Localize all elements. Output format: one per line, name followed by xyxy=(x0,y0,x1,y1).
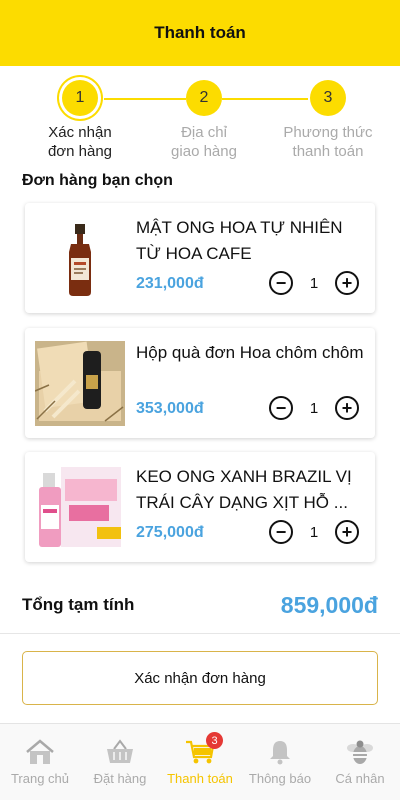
tab-order[interactable]: Đặt hàng xyxy=(80,724,160,800)
tab-label: Cá nhân xyxy=(335,771,385,786)
house-icon xyxy=(25,738,55,766)
tab-checkout[interactable]: 3 Thanh toán xyxy=(160,724,240,800)
product-name: MẬT ONG HOA TỰ NHIÊN TỪ HOA CAFE xyxy=(136,218,343,263)
step-payment-method[interactable]: 3 Phương thức thanh toán xyxy=(264,80,392,161)
bell-icon xyxy=(265,738,295,766)
step-shipping-address[interactable]: 2 Địa chỉ giao hàng xyxy=(144,80,264,161)
quantity-value: 1 xyxy=(309,523,319,541)
bee-icon xyxy=(345,738,375,766)
checkout-stepper: 1 Xác nhận đơn hàng 2 Địa chỉ giao hàng … xyxy=(0,80,400,160)
cart-icon: 3 xyxy=(185,732,223,766)
confirm-order-button[interactable]: Xác nhận đơn hàng xyxy=(22,651,378,705)
tab-label: Trang chủ xyxy=(10,771,70,786)
step-label: Địa chỉ giao hàng xyxy=(171,124,237,160)
cart-item[interactable]: MẬT ONG HOA TỰ NHIÊN TỪ HOA CAFE 231,000… xyxy=(25,203,375,313)
basket-icon xyxy=(105,738,135,766)
step-number: 3 xyxy=(310,80,346,116)
tab-label: Thông báo xyxy=(248,771,312,786)
page-title: Thanh toán xyxy=(154,23,246,42)
decrease-quantity-button[interactable]: − xyxy=(269,271,293,295)
decrease-quantity-button[interactable]: − xyxy=(269,396,293,420)
tab-profile[interactable]: Cá nhân xyxy=(320,724,400,800)
quantity-stepper: − 1 + xyxy=(269,396,359,420)
step-number: 2 xyxy=(186,80,222,116)
tab-label: Đặt hàng xyxy=(93,771,147,786)
quantity-value: 1 xyxy=(309,274,319,292)
product-price: 353,000đ xyxy=(136,400,204,417)
decrease-quantity-button[interactable]: − xyxy=(269,520,293,544)
divider xyxy=(0,633,400,634)
increase-quantity-button[interactable]: + xyxy=(335,396,359,420)
increase-quantity-button[interactable]: + xyxy=(335,520,359,544)
tab-home[interactable]: Trang chủ xyxy=(0,724,80,800)
product-name: KEO ONG XANH BRAZIL VỊ TRÁI CÂY DẠNG XỊT… xyxy=(136,467,352,512)
subtotal-value: 859,000đ xyxy=(280,591,378,618)
step-label: Phương thức thanh toán xyxy=(283,124,373,160)
product-name: Hộp quà đơn Hoa chôm chôm xyxy=(136,343,364,362)
cart-item[interactable]: KEO ONG XANH BRAZIL VỊ TRÁI CÂY DẠNG XỊT… xyxy=(25,452,375,562)
bottom-tab-bar: Trang chủ Đặt hàng 3 Thanh toán Thông bá… xyxy=(0,723,400,800)
cart-count-badge: 3 xyxy=(206,732,223,749)
product-image-propolis-spray xyxy=(35,465,125,550)
app-header: Thanh toán xyxy=(0,0,400,66)
quantity-stepper: − 1 + xyxy=(269,520,359,544)
cart-item[interactable]: Hộp quà đơn Hoa chôm chôm 353,000đ − 1 + xyxy=(25,328,375,438)
step-confirm-order[interactable]: 1 Xác nhận đơn hàng xyxy=(20,80,140,161)
step-number: 1 xyxy=(62,80,98,116)
product-image-honey-bottle xyxy=(35,216,125,301)
quantity-value: 1 xyxy=(309,399,319,417)
tab-notifications[interactable]: Thông báo xyxy=(240,724,320,800)
tab-label: Thanh toán xyxy=(167,771,233,786)
section-title: Đơn hàng bạn chọn xyxy=(22,172,173,189)
subtotal-row: Tổng tạm tính 859,000đ xyxy=(22,590,378,620)
subtotal-label: Tổng tạm tính xyxy=(22,595,135,614)
step-label: Xác nhận đơn hàng xyxy=(47,124,113,160)
product-price: 275,000đ xyxy=(136,524,204,541)
product-image-gift-box xyxy=(35,341,125,426)
quantity-stepper: − 1 + xyxy=(269,271,359,295)
increase-quantity-button[interactable]: + xyxy=(335,271,359,295)
product-price: 231,000đ xyxy=(136,275,204,292)
